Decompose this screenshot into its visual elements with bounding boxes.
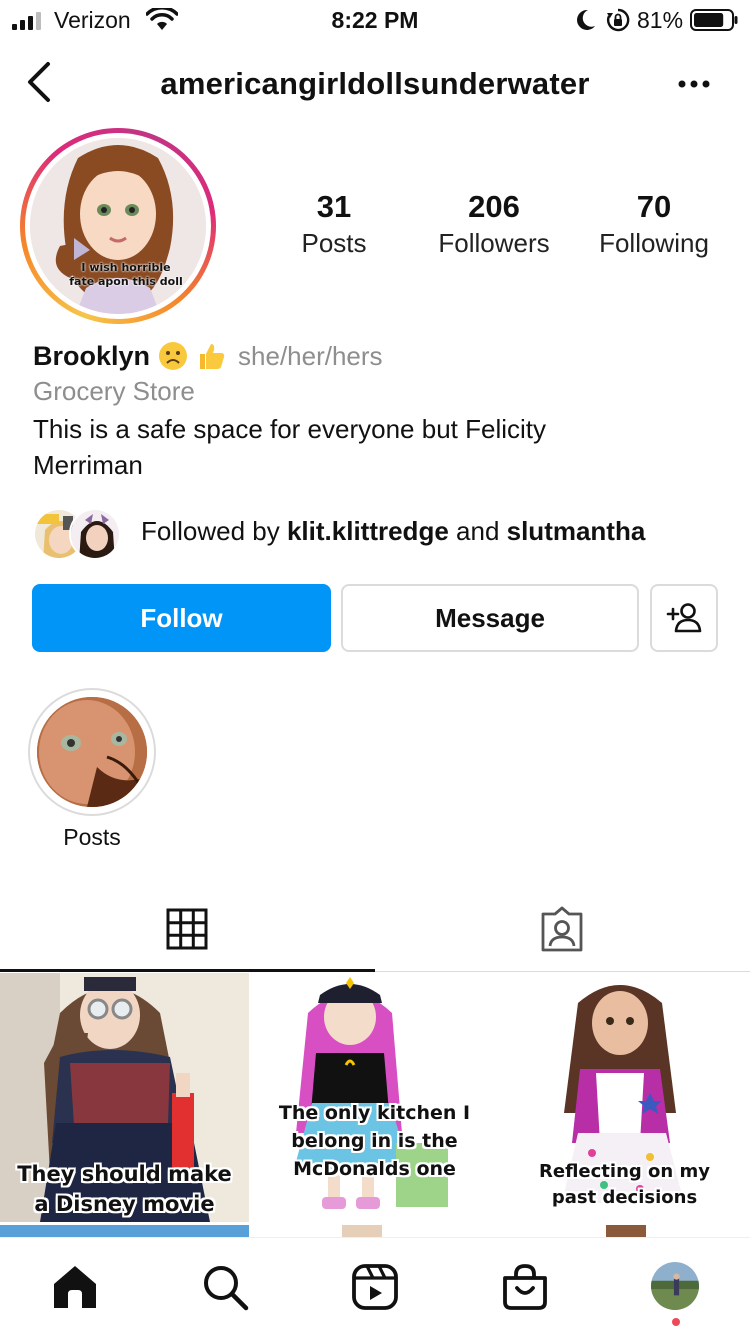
nav-shop[interactable] [500, 1262, 550, 1312]
search-icon [204, 1266, 249, 1311]
status-bar: Verizon 8:22 PM 81% [0, 0, 750, 42]
profile-display-name: Brooklyn [33, 340, 151, 371]
followed-by-row[interactable]: Followed by klit.klittredge and slutmant… [33, 506, 733, 562]
follow-button[interactable]: Follow [32, 584, 331, 652]
stat-label: Following [599, 228, 709, 258]
bottom-nav [0, 1237, 750, 1334]
avatar-caption: I wish horrible fate apon this doll [69, 261, 183, 288]
stat-followers[interactable]: 206 Followers [419, 188, 569, 260]
profile-pronouns: she/her/hers [238, 340, 383, 371]
post-thumbnail-2[interactable]: The only kitchen I belong in is the McDo… [250, 973, 499, 1222]
battery-percent: 81% [637, 7, 684, 33]
story-highlight[interactable] [28, 688, 156, 816]
profile-username: americangirldollsunderwater [160, 66, 590, 101]
post-thumbnail-3[interactable]: Reflecting on my past decisions [500, 973, 749, 1222]
post-thumbnail-1[interactable]: They should make a Disney movie [0, 973, 249, 1222]
stat-value: 206 [468, 189, 520, 224]
nav-home[interactable] [50, 1262, 100, 1312]
mutual-username-1: klit.klittredge [286, 516, 449, 546]
profile-avatar[interactable] [20, 128, 216, 324]
posts-grid: They should make a Disney movie The only… [0, 973, 750, 1235]
post-caption: The only kitchen I belong in is the McDo… [278, 1102, 471, 1180]
mutual-avatar-2 [69, 508, 121, 560]
profile-name-row: Brooklyn she/her/hers [33, 336, 383, 376]
rotation-lock-icon [607, 8, 630, 32]
more-options-icon[interactable] [672, 66, 716, 102]
post-caption: Reflecting on my past decisions [539, 1161, 710, 1208]
followed-by-text: Followed by klit.klittredge and slutmant… [141, 516, 646, 546]
post-thumbnail-peek [0, 1225, 249, 1237]
post-thumbnail-peek [606, 1225, 646, 1237]
highlight-image [37, 697, 147, 807]
stat-value: 70 [636, 189, 672, 224]
tab-posts-grid[interactable] [0, 890, 375, 972]
moon-icon [577, 9, 595, 30]
stat-value: 31 [316, 189, 352, 224]
nav-search[interactable] [200, 1262, 250, 1312]
nav-profile[interactable] [651, 1262, 699, 1310]
home-icon [54, 1266, 96, 1308]
grid-icon [166, 908, 208, 950]
thumbs-up-icon [200, 344, 225, 369]
stat-label: Followers [438, 228, 550, 258]
highlight-label: Posts [63, 824, 121, 850]
add-person-icon [666, 603, 702, 633]
nav-reels[interactable] [350, 1262, 400, 1312]
profile-category: Grocery Store [33, 376, 195, 406]
profile-tabs [0, 890, 750, 972]
tagged-icon [541, 906, 583, 952]
profile-header: americangirldollsunderwater [0, 52, 750, 116]
profile-bio: This is a safe space for everyone but Fe… [33, 414, 547, 480]
battery-icon [690, 9, 738, 31]
message-button[interactable]: Message [341, 584, 639, 652]
reels-icon [352, 1264, 398, 1310]
stat-posts[interactable]: 31 Posts [259, 188, 409, 260]
stat-following[interactable]: 70 Following [579, 188, 729, 260]
tab-tagged[interactable] [375, 890, 750, 972]
frowning-face-icon [159, 342, 188, 370]
shop-icon [503, 1264, 547, 1310]
profile-avatar [651, 1262, 699, 1310]
post-caption: They should make a Disney movie [17, 1162, 232, 1216]
mutual-username-2: slutmantha [506, 516, 646, 546]
suggest-accounts-button[interactable] [650, 584, 718, 652]
stat-label: Posts [301, 228, 367, 258]
notification-dot [672, 1318, 680, 1326]
post-thumbnail-peek [342, 1225, 382, 1237]
